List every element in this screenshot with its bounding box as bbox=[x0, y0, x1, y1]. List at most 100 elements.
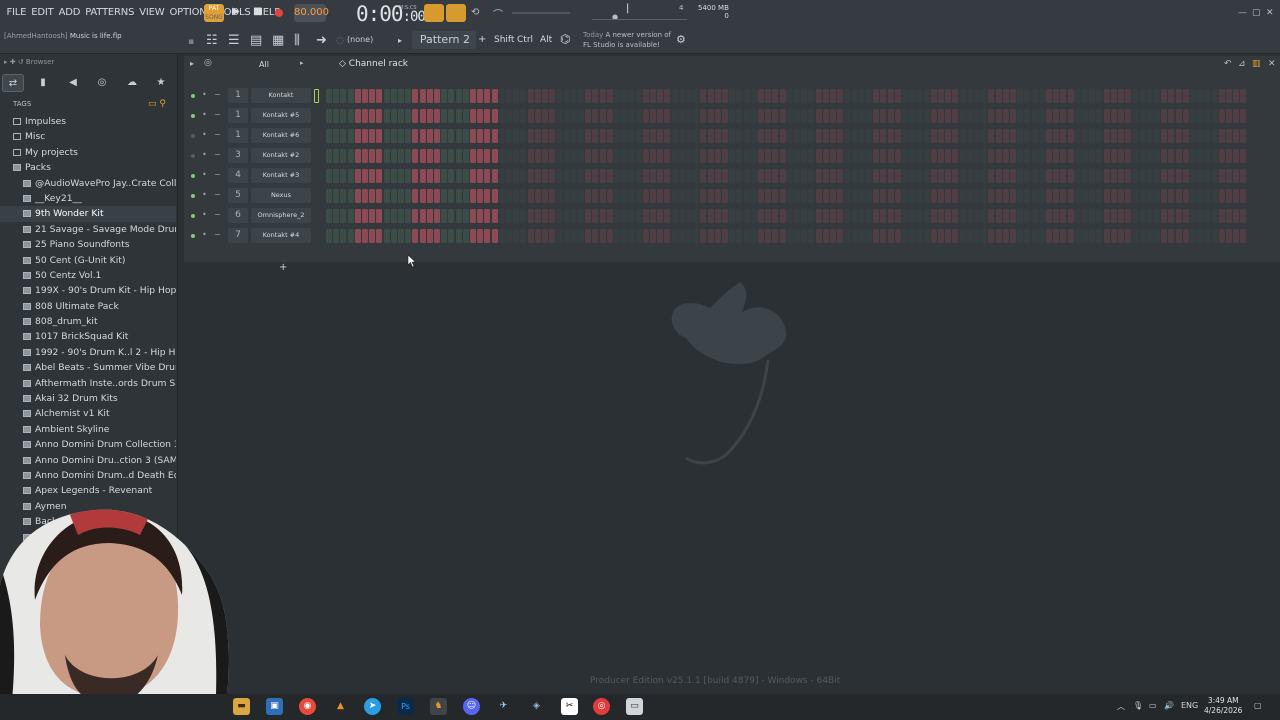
step-button[interactable] bbox=[1125, 189, 1132, 203]
step-button[interactable] bbox=[1031, 149, 1038, 163]
step-button[interactable] bbox=[837, 89, 844, 103]
step-button[interactable] bbox=[1082, 149, 1088, 163]
step-button[interactable] bbox=[1204, 89, 1211, 103]
step-button[interactable] bbox=[923, 169, 930, 183]
browser-item[interactable]: Afthermath Inste..ords Drum Samples bbox=[0, 376, 176, 391]
step-button[interactable] bbox=[887, 89, 894, 103]
step-button[interactable] bbox=[995, 129, 1002, 143]
step-button[interactable] bbox=[1197, 149, 1204, 163]
step-button[interactable] bbox=[909, 209, 916, 223]
channel-pan-knob-icon[interactable]: • bbox=[202, 210, 207, 219]
step-button[interactable] bbox=[966, 229, 973, 243]
step-button[interactable] bbox=[736, 149, 743, 163]
step-button[interactable] bbox=[383, 229, 390, 243]
step-button[interactable] bbox=[772, 89, 779, 103]
step-button[interactable] bbox=[1139, 189, 1146, 203]
step-button[interactable] bbox=[369, 129, 376, 143]
step-button[interactable] bbox=[333, 109, 340, 123]
step-button[interactable] bbox=[534, 189, 541, 203]
step-button[interactable] bbox=[426, 129, 433, 143]
step-button[interactable] bbox=[650, 229, 656, 243]
step-button[interactable] bbox=[369, 109, 376, 123]
step-button[interactable] bbox=[1110, 229, 1117, 243]
step-button[interactable] bbox=[866, 109, 872, 123]
step-button[interactable] bbox=[837, 149, 844, 163]
step-button[interactable] bbox=[1211, 149, 1218, 163]
step-button[interactable] bbox=[866, 129, 872, 143]
step-button[interactable] bbox=[606, 229, 613, 243]
step-button[interactable] bbox=[765, 209, 772, 223]
app-diamond-icon[interactable]: ◈ bbox=[528, 698, 545, 715]
channel-pan-knob-icon[interactable]: • bbox=[202, 190, 207, 199]
step-button[interactable] bbox=[966, 129, 973, 143]
step-button[interactable] bbox=[1233, 189, 1240, 203]
step-button[interactable] bbox=[534, 109, 541, 123]
step-button[interactable] bbox=[1211, 109, 1218, 123]
step-button[interactable] bbox=[1010, 149, 1016, 163]
step-button[interactable] bbox=[455, 229, 462, 243]
step-button[interactable] bbox=[1190, 229, 1196, 243]
step-button[interactable] bbox=[1024, 209, 1031, 223]
step-button[interactable] bbox=[923, 89, 930, 103]
channel-name-button[interactable]: Kontakt #4 bbox=[251, 228, 311, 243]
step-button[interactable] bbox=[419, 89, 426, 103]
menu-patterns[interactable]: PATTERNS bbox=[83, 6, 137, 19]
step-button[interactable] bbox=[880, 229, 887, 243]
step-button[interactable] bbox=[1118, 89, 1124, 103]
step-button[interactable] bbox=[822, 189, 829, 203]
step-button[interactable] bbox=[1046, 169, 1052, 183]
step-button[interactable] bbox=[1218, 169, 1225, 183]
step-button[interactable] bbox=[592, 129, 599, 143]
step-button[interactable] bbox=[830, 169, 836, 183]
step-button[interactable] bbox=[909, 189, 916, 203]
step-button[interactable] bbox=[722, 109, 728, 123]
step-button[interactable] bbox=[376, 89, 383, 103]
step-button[interactable] bbox=[549, 209, 556, 223]
channel-mute-led[interactable] bbox=[191, 234, 195, 238]
step-button[interactable] bbox=[563, 129, 570, 143]
step-button[interactable] bbox=[758, 109, 764, 123]
step-button[interactable] bbox=[477, 129, 484, 143]
step-button[interactable] bbox=[340, 229, 347, 243]
step-button[interactable] bbox=[830, 149, 836, 163]
step-button[interactable] bbox=[563, 109, 570, 123]
step-button[interactable] bbox=[686, 169, 692, 183]
step-button[interactable] bbox=[1168, 89, 1175, 103]
step-button[interactable] bbox=[412, 149, 419, 163]
plugin-icon[interactable]: ⫼ bbox=[294, 33, 300, 48]
step-button[interactable] bbox=[930, 129, 937, 143]
step-button[interactable] bbox=[462, 129, 469, 143]
step-button[interactable] bbox=[1017, 229, 1024, 243]
step-button[interactable] bbox=[988, 229, 995, 243]
step-button[interactable] bbox=[354, 149, 361, 163]
step-button[interactable] bbox=[354, 129, 361, 143]
step-button[interactable] bbox=[1089, 149, 1096, 163]
language-indicator[interactable]: ENG bbox=[1181, 701, 1198, 710]
step-button[interactable] bbox=[390, 169, 397, 183]
step-button[interactable] bbox=[851, 149, 858, 163]
step-button[interactable] bbox=[822, 229, 829, 243]
step-button[interactable] bbox=[743, 89, 750, 103]
step-button[interactable] bbox=[398, 109, 404, 123]
browser-tab-all-icon[interactable]: ⇄ bbox=[2, 74, 24, 92]
step-button[interactable] bbox=[808, 169, 815, 183]
channel-name-button[interactable]: Kontakt #6 bbox=[251, 128, 311, 143]
step-button[interactable] bbox=[1118, 189, 1124, 203]
step-button[interactable] bbox=[1031, 169, 1038, 183]
step-button[interactable] bbox=[772, 129, 779, 143]
step-button[interactable] bbox=[642, 229, 649, 243]
step-button[interactable] bbox=[909, 229, 916, 243]
channel-name-button[interactable]: Omnisphere_2 bbox=[251, 208, 311, 223]
step-button[interactable] bbox=[815, 89, 822, 103]
step-button[interactable] bbox=[520, 169, 527, 183]
step-button[interactable] bbox=[664, 169, 671, 183]
step-button[interactable] bbox=[678, 189, 685, 203]
step-button[interactable] bbox=[772, 109, 779, 123]
step-button[interactable] bbox=[650, 209, 656, 223]
step-button[interactable] bbox=[1002, 89, 1009, 103]
step-button[interactable] bbox=[606, 89, 613, 103]
step-button[interactable] bbox=[664, 89, 671, 103]
step-button[interactable] bbox=[470, 189, 476, 203]
step-button[interactable] bbox=[347, 89, 354, 103]
step-button[interactable] bbox=[470, 149, 476, 163]
